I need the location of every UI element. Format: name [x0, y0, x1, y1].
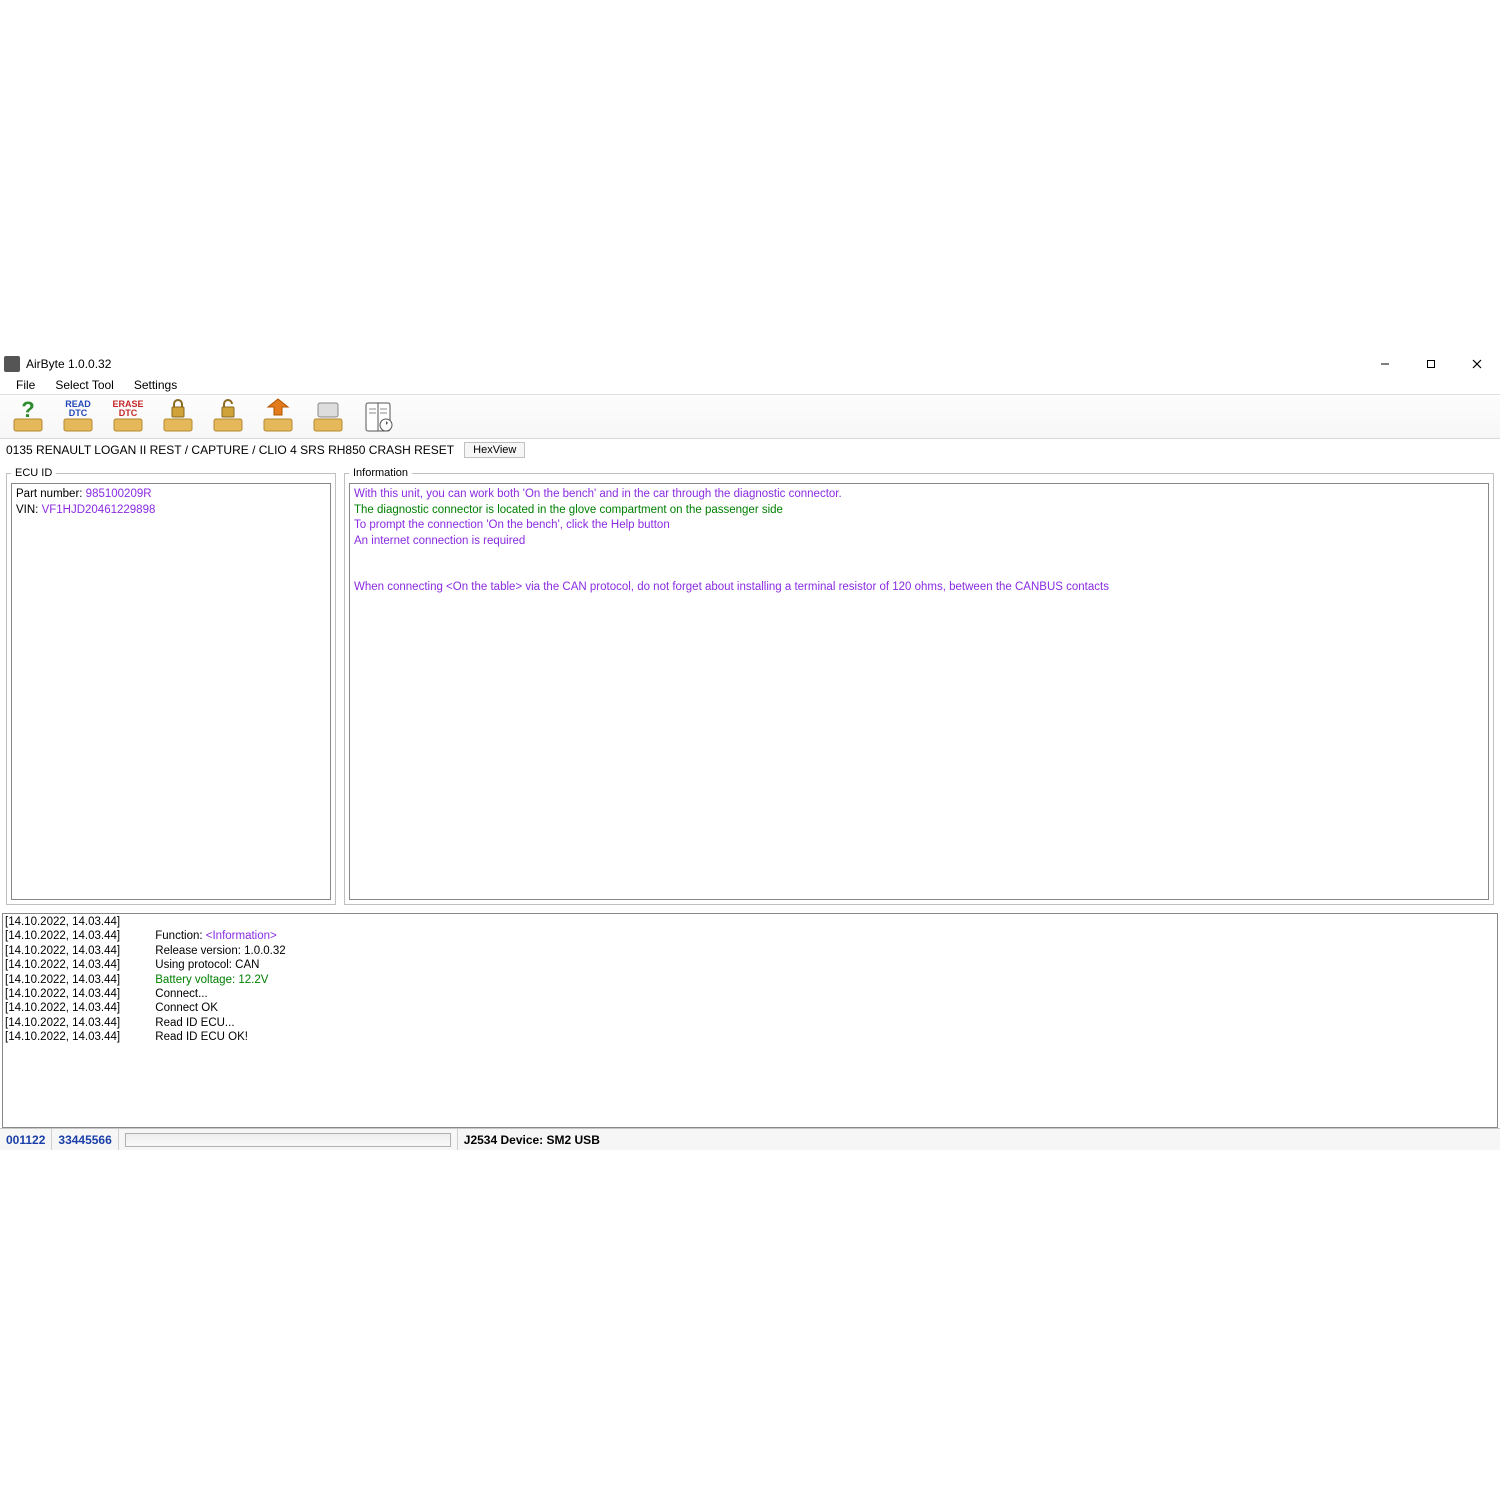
maximize-icon — [1426, 359, 1436, 369]
info-line: The diagnostic connector is located in t… — [354, 503, 1484, 519]
statusbar: 001122 33445566 J2534 Device: SM2 USB — [0, 1128, 1500, 1150]
log-timestamp: [14.10.2022, 14.03.44] — [5, 1031, 120, 1043]
info-line: With this unit, you can work both 'On th… — [354, 487, 1484, 503]
hexview-button[interactable]: HexView — [464, 442, 525, 458]
log-timestamp: [14.10.2022, 14.03.44] — [5, 945, 120, 957]
status-progress-cell — [119, 1129, 458, 1150]
vin-value: VF1HJD20461229898 — [42, 504, 156, 516]
log-timestamp: [14.10.2022, 14.03.44] — [5, 988, 120, 1000]
log-text: Function: — [155, 930, 206, 942]
erase-dtc-button[interactable]: ERASE DTC — [104, 397, 152, 437]
log-timestamp: [14.10.2022, 14.03.44] — [5, 974, 120, 986]
context-row: 0135 RENAULT LOGAN II REST / CAPTURE / C… — [0, 439, 1500, 461]
menubar: File Select Tool Settings — [0, 375, 1500, 395]
manual-icon — [358, 397, 398, 437]
manual-button[interactable] — [354, 397, 402, 437]
menu-file[interactable]: File — [6, 376, 45, 394]
context-path: 0135 RENAULT LOGAN II REST / CAPTURE / C… — [6, 443, 454, 457]
menu-settings[interactable]: Settings — [124, 376, 187, 394]
maximize-button[interactable] — [1408, 353, 1454, 375]
log-timestamp: [14.10.2022, 14.03.44] — [5, 1002, 120, 1014]
svg-text:DTC: DTC — [69, 408, 88, 418]
log-text: 12.2V — [238, 974, 268, 986]
information-content: With this unit, you can work both 'On th… — [349, 483, 1489, 900]
toolbar: ? READ DTC ERASE DTC — [0, 395, 1500, 439]
info-line: To prompt the connection 'On the bench',… — [354, 518, 1484, 534]
log-text: Battery voltage: — [155, 974, 238, 986]
log-text: Release version: 1.0.0.32 — [155, 945, 285, 957]
menu-select-tool[interactable]: Select Tool — [45, 376, 123, 394]
app-window: AirByte 1.0.0.32 File Select Tool Settin… — [0, 353, 1500, 1150]
minimize-button[interactable] — [1362, 353, 1408, 375]
unlock-button[interactable] — [204, 397, 252, 437]
progress-bar — [125, 1133, 451, 1147]
information-panel: Information With this unit, you can work… — [344, 467, 1494, 905]
ecu-id-title: ECU ID — [11, 467, 56, 479]
device-icon — [308, 397, 348, 437]
part-number-value: 985100209R — [86, 488, 152, 500]
read-dtc-icon: READ DTC — [58, 397, 98, 437]
lock-icon — [158, 397, 198, 437]
lock-button[interactable] — [154, 397, 202, 437]
status-code-1: 001122 — [0, 1129, 52, 1150]
log-text: <Information> — [206, 930, 277, 942]
status-code-2: 33445566 — [52, 1129, 118, 1150]
window-controls — [1362, 353, 1500, 375]
export-icon — [258, 397, 298, 437]
device-button[interactable] — [304, 397, 352, 437]
log-text: Read ID ECU OK! — [155, 1031, 248, 1043]
log-text: Connect... — [155, 988, 207, 1000]
svg-text:?: ? — [21, 397, 34, 422]
svg-text:DTC: DTC — [119, 408, 138, 418]
panels: ECU ID Part number: 985100209R VIN: VF1H… — [0, 461, 1500, 911]
log-text: Read ID ECU... — [155, 1017, 234, 1029]
export-button[interactable] — [254, 397, 302, 437]
info-line: An internet connection is required — [354, 534, 1484, 550]
log-timestamp: [14.10.2022, 14.03.44] — [5, 916, 120, 928]
app-icon — [4, 356, 20, 372]
window-title: AirByte 1.0.0.32 — [26, 357, 111, 371]
erase-dtc-icon: ERASE DTC — [108, 397, 148, 437]
log-timestamp: [14.10.2022, 14.03.44] — [5, 930, 120, 942]
minimize-icon — [1380, 359, 1390, 369]
information-title: Information — [349, 467, 412, 479]
part-number-label: Part number: — [16, 488, 86, 500]
log-text: Using protocol: CAN — [155, 959, 259, 971]
read-dtc-button[interactable]: READ DTC — [54, 397, 102, 437]
close-icon — [1472, 359, 1482, 369]
help-icon: ? — [8, 397, 48, 437]
titlebar: AirByte 1.0.0.32 — [0, 353, 1500, 375]
log-timestamp: [14.10.2022, 14.03.44] — [5, 1017, 120, 1029]
help-button[interactable]: ? — [4, 397, 52, 437]
log-area[interactable]: [14.10.2022, 14.03.44] [14.10.2022, 14.0… — [2, 913, 1498, 1128]
status-device: J2534 Device: SM2 USB — [458, 1129, 606, 1150]
unlock-icon — [208, 397, 248, 437]
ecu-id-content: Part number: 985100209R VIN: VF1HJD20461… — [11, 483, 331, 900]
log-text: Connect OK — [155, 1002, 218, 1014]
info-line: When connecting <On the table> via the C… — [354, 580, 1484, 596]
vin-label: VIN: — [16, 504, 42, 516]
ecu-id-panel: ECU ID Part number: 985100209R VIN: VF1H… — [6, 467, 336, 905]
close-button[interactable] — [1454, 353, 1500, 375]
log-timestamp: [14.10.2022, 14.03.44] — [5, 959, 120, 971]
